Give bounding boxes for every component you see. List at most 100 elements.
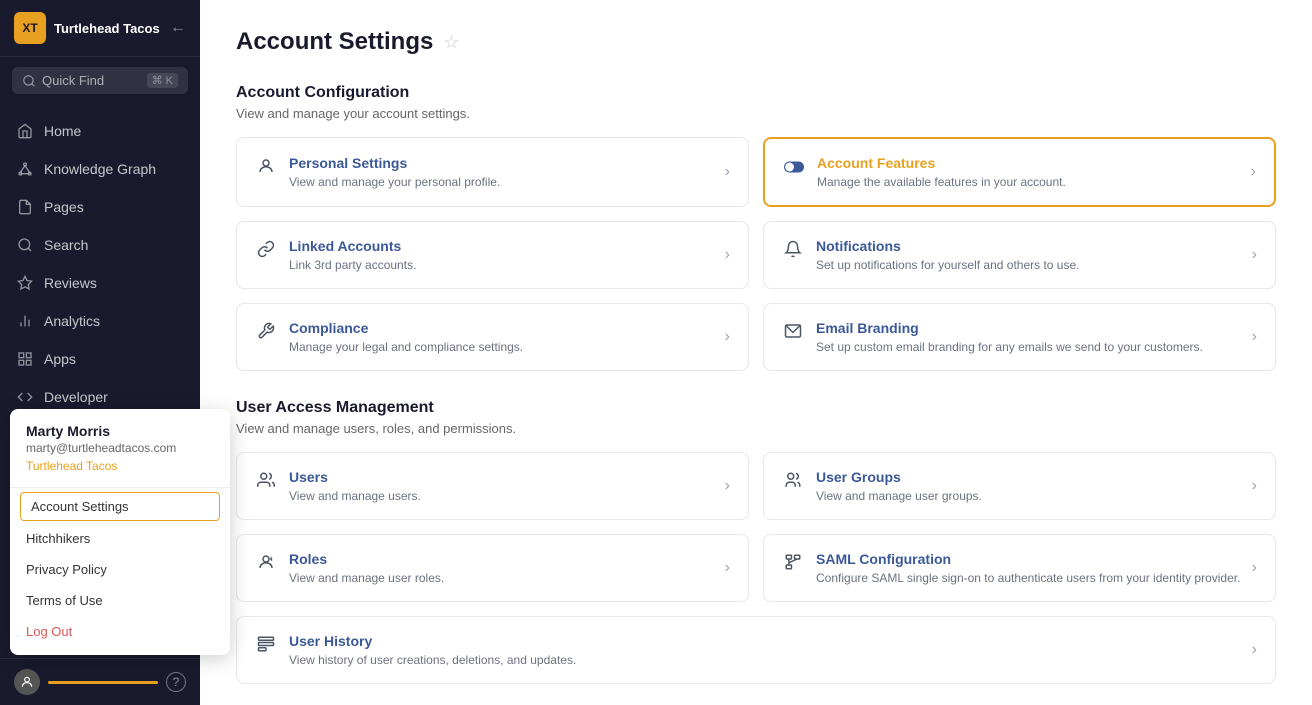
help-icon[interactable]: ? (166, 672, 186, 692)
sidebar-item-pages[interactable]: Pages (0, 188, 200, 226)
sidebar-item-reviews-label: Reviews (44, 275, 97, 291)
account-config-desc: View and manage your account settings. (236, 106, 1276, 121)
user-avatar (14, 669, 40, 695)
user-history-title: User History (289, 633, 576, 649)
personal-settings-card[interactable]: Personal Settings View and manage your p… (236, 137, 749, 207)
link-icon (255, 240, 277, 263)
dropdown-user-email: marty@turtleheadtacos.com (10, 439, 230, 459)
card-left: Email Branding Set up custom email brand… (782, 320, 1203, 354)
sidebar-header: XT Turtlehead Tacos ← (0, 0, 200, 57)
users-card[interactable]: Users View and manage users. › (236, 452, 749, 520)
card-left: Notifications Set up notifications for y… (782, 238, 1079, 272)
user-access-section: User Access Management View and manage u… (236, 399, 1276, 684)
page-title: Account Settings (236, 28, 433, 56)
chevron-right-icon: › (725, 163, 730, 181)
person-icon (255, 157, 277, 180)
roles-desc: View and manage user roles. (289, 571, 444, 585)
dropdown-user-name: Marty Morris (10, 423, 230, 439)
sidebar-item-reviews[interactable]: Reviews (0, 264, 200, 302)
toggle-icon (783, 157, 805, 178)
user-access-cards: Users View and manage users. › User Grou… (236, 452, 1276, 684)
notifications-title: Notifications (816, 238, 1079, 254)
card-left: Compliance Manage your legal and complia… (255, 320, 523, 354)
sidebar-item-analytics-label: Analytics (44, 313, 100, 329)
linked-accounts-desc: Link 3rd party accounts. (289, 258, 416, 272)
developer-icon (16, 388, 34, 406)
apps-icon (16, 350, 34, 368)
card-left: Roles View and manage user roles. (255, 551, 444, 585)
chevron-right-icon: › (1252, 328, 1257, 346)
account-config-section: Account Configuration View and manage yo… (236, 84, 1276, 371)
user-groups-title: User Groups (816, 469, 982, 485)
saml-icon (782, 553, 804, 576)
account-config-cards: Personal Settings View and manage your p… (236, 137, 1276, 371)
chevron-right-icon: › (1251, 163, 1256, 181)
dropdown-org: Turtlehead Tacos (10, 459, 230, 483)
notifications-card[interactable]: Notifications Set up notifications for y… (763, 221, 1276, 289)
roles-card[interactable]: Roles View and manage user roles. › (236, 534, 749, 602)
email-branding-desc: Set up custom email branding for any ema… (816, 340, 1203, 354)
linked-accounts-card[interactable]: Linked Accounts Link 3rd party accounts.… (236, 221, 749, 289)
home-icon (16, 122, 34, 140)
saml-config-card[interactable]: SAML Configuration Configure SAML single… (763, 534, 1276, 602)
compliance-desc: Manage your legal and compliance setting… (289, 340, 523, 354)
dropdown-item-privacy-policy[interactable]: Privacy Policy (10, 554, 230, 585)
email-icon (782, 322, 804, 345)
favorite-star-icon[interactable]: ☆ (443, 32, 459, 53)
personal-settings-title: Personal Settings (289, 155, 500, 171)
sidebar-item-search[interactable]: Search (0, 226, 200, 264)
reviews-icon (16, 274, 34, 292)
card-left: SAML Configuration Configure SAML single… (782, 551, 1240, 585)
main-content: Account Settings ☆ Account Configuration… (200, 0, 1312, 705)
sidebar-item-analytics[interactable]: Analytics (0, 302, 200, 340)
dropdown-divider (10, 487, 230, 488)
sidebar-item-knowledge-graph[interactable]: Knowledge Graph (0, 150, 200, 188)
dropdown-item-hitchhikers[interactable]: Hitchhikers (10, 523, 230, 554)
history-icon (255, 635, 277, 658)
dropdown-item-log-out[interactable]: Log Out (10, 616, 230, 647)
users-title: Users (289, 469, 421, 485)
personal-settings-desc: View and manage your personal profile. (289, 175, 500, 189)
search-nav-icon (16, 236, 34, 254)
email-branding-card[interactable]: Email Branding Set up custom email brand… (763, 303, 1276, 371)
roles-title: Roles (289, 551, 444, 567)
quick-find-label: Quick Find (42, 73, 141, 88)
chevron-right-icon: › (725, 477, 730, 495)
user-groups-icon (782, 471, 804, 494)
wrench-icon (255, 322, 277, 345)
user-history-desc: View history of user creations, deletion… (289, 653, 576, 667)
compliance-card[interactable]: Compliance Manage your legal and complia… (236, 303, 749, 371)
account-config-title: Account Configuration (236, 84, 1276, 102)
dropdown-item-terms-of-use[interactable]: Terms of Use (10, 585, 230, 616)
chevron-right-icon: › (1252, 641, 1257, 659)
users-desc: View and manage users. (289, 489, 421, 503)
sidebar-item-apps-label: Apps (44, 351, 76, 367)
sidebar-brand[interactable]: XT Turtlehead Tacos (14, 12, 160, 44)
quick-find-button[interactable]: Quick Find ⌘ K (12, 67, 188, 94)
footer-progress-bar (48, 681, 158, 684)
sidebar-item-home[interactable]: Home (0, 112, 200, 150)
user-groups-card[interactable]: User Groups View and manage user groups.… (763, 452, 1276, 520)
user-history-card[interactable]: User History View history of user creati… (236, 616, 1276, 684)
saml-config-desc: Configure SAML single sign-on to authent… (816, 571, 1240, 585)
chevron-right-icon: › (1252, 559, 1257, 577)
dropdown-item-account-settings[interactable]: Account Settings (20, 492, 220, 521)
card-left: Personal Settings View and manage your p… (255, 155, 500, 189)
back-icon[interactable]: ← (170, 19, 186, 37)
account-features-title: Account Features (817, 155, 1066, 171)
sidebar-item-home-label: Home (44, 123, 81, 139)
sidebar-item-apps[interactable]: Apps (0, 340, 200, 378)
notifications-desc: Set up notifications for yourself and ot… (816, 258, 1079, 272)
account-features-desc: Manage the available features in your ac… (817, 175, 1066, 189)
sidebar-item-search-label: Search (44, 237, 88, 253)
email-branding-title: Email Branding (816, 320, 1203, 336)
user-access-desc: View and manage users, roles, and permis… (236, 421, 1276, 436)
chevron-right-icon: › (1252, 477, 1257, 495)
bell-icon (782, 240, 804, 263)
chevron-right-icon: › (725, 559, 730, 577)
account-features-card[interactable]: Account Features Manage the available fe… (763, 137, 1276, 207)
sidebar-footer[interactable]: ? (0, 658, 200, 705)
search-icon (22, 74, 36, 88)
roles-icon (255, 553, 277, 576)
brand-logo: XT (14, 12, 46, 44)
